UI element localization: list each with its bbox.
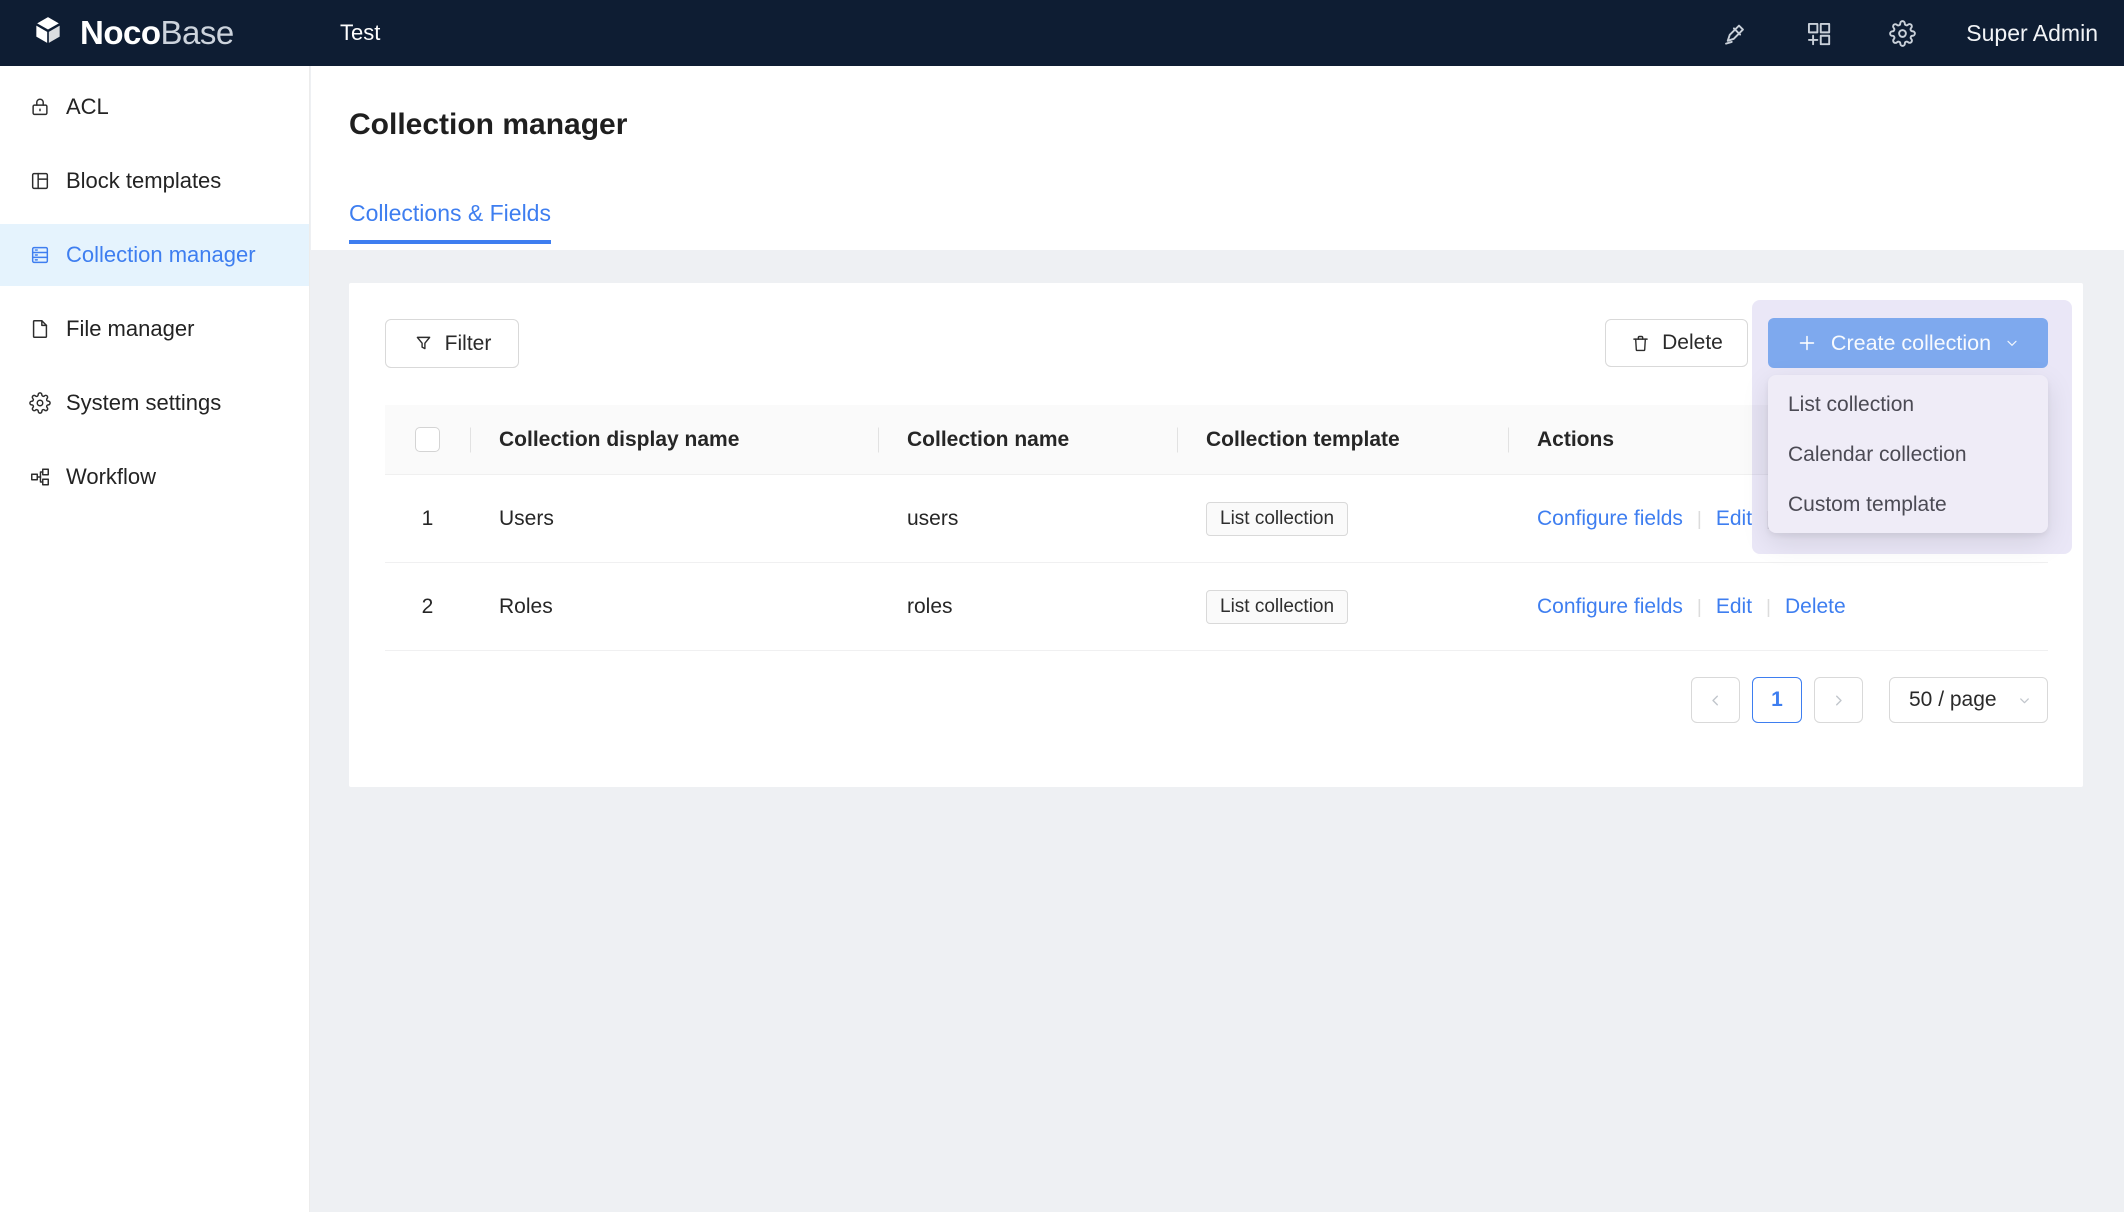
plugin-add-icon[interactable] <box>1805 20 1832 47</box>
sidebar-item-label: ACL <box>66 94 109 120</box>
create-collection-button[interactable]: Create collection <box>1768 318 2048 368</box>
configure-fields-link[interactable]: Configure fields <box>1537 595 1683 618</box>
trash-icon <box>1630 333 1651 354</box>
menu-item-list-collection[interactable]: List collection <box>1768 380 2048 430</box>
sidebar-item-acl[interactable]: ACL <box>0 76 309 138</box>
header-nav: Test <box>340 20 380 46</box>
action-separator: | <box>1697 509 1702 530</box>
highlighter-icon[interactable] <box>1721 20 1748 47</box>
column-header-template: Collection template <box>1177 428 1508 452</box>
gear-icon <box>29 392 51 414</box>
chevron-left-icon <box>1707 692 1724 709</box>
cell-actions: Configure fields | Edit | Delete <box>1508 595 2048 619</box>
sidebar-item-label: System settings <box>66 390 221 416</box>
app-window: NocoBase Test Super Admin ACL Block temp… <box>0 0 2124 1212</box>
column-header-name: Collection name <box>878 428 1177 452</box>
tab-collections-fields[interactable]: Collections & Fields <box>349 200 551 244</box>
cell-name: roles <box>878 595 1177 619</box>
sidebar-item-workflow[interactable]: Workflow <box>0 446 309 508</box>
filter-funnel-icon <box>413 333 434 354</box>
edit-link[interactable]: Edit <box>1716 595 1752 618</box>
page-title: Collection manager <box>349 108 627 142</box>
select-all-checkbox[interactable] <box>415 427 440 452</box>
select-all-cell <box>385 427 470 452</box>
cell-display-name: Users <box>470 507 878 531</box>
sidebar-item-collection-manager[interactable]: Collection manager <box>0 224 309 286</box>
pagination: 1 50 / page <box>1691 677 2048 723</box>
sidebar: ACL Block templates Collection manager F… <box>0 66 310 1212</box>
action-separator: | <box>1697 597 1702 618</box>
table-row: 2 Roles roles List collection Configure … <box>385 563 2048 651</box>
sidebar-item-file-manager[interactable]: File manager <box>0 298 309 360</box>
next-page-button[interactable] <box>1814 677 1863 723</box>
cell-name: users <box>878 507 1177 531</box>
page-size-value: 50 / page <box>1909 688 1997 712</box>
workflow-icon <box>29 466 51 488</box>
cell-template: List collection <box>1177 502 1508 536</box>
logo-text: NocoBase <box>80 14 234 52</box>
sidebar-item-system-settings[interactable]: System settings <box>0 372 309 434</box>
create-collection-menu: List collection Calendar collection Cust… <box>1768 375 2048 533</box>
user-menu[interactable]: Super Admin <box>1966 20 2098 47</box>
top-header: NocoBase Test Super Admin <box>0 0 2124 66</box>
column-header-display-name: Collection display name <box>470 428 878 452</box>
row-index: 1 <box>385 507 470 531</box>
previous-page-button[interactable] <box>1691 677 1740 723</box>
configure-fields-link[interactable]: Configure fields <box>1537 507 1683 530</box>
cell-template: List collection <box>1177 590 1508 624</box>
edit-link[interactable]: Edit <box>1716 507 1752 530</box>
sidebar-item-label: Collection manager <box>66 242 256 268</box>
page-size-select[interactable]: 50 / page <box>1889 677 2048 723</box>
collections-icon <box>29 244 51 266</box>
template-tag: List collection <box>1206 502 1348 536</box>
chevron-down-icon <box>2017 693 2032 708</box>
delete-button-label: Delete <box>1662 331 1723 355</box>
plus-icon <box>1796 332 1818 354</box>
nocobase-logo[interactable]: NocoBase <box>0 13 234 53</box>
nav-item-test[interactable]: Test <box>340 20 380 45</box>
sidebar-item-label: Workflow <box>66 464 156 490</box>
settings-icon[interactable] <box>1889 20 1916 47</box>
chevron-down-icon <box>2004 335 2020 351</box>
sidebar-item-label: Block templates <box>66 168 221 194</box>
nocobase-cube-icon <box>28 13 68 53</box>
header-right: Super Admin <box>1664 20 2124 47</box>
chevron-right-icon <box>1830 692 1847 709</box>
menu-item-custom-template[interactable]: Custom template <box>1768 480 2048 530</box>
row-index: 2 <box>385 595 470 619</box>
filter-button[interactable]: Filter <box>385 319 519 368</box>
filter-button-label: Filter <box>445 332 492 356</box>
create-collection-label: Create collection <box>1831 331 1991 356</box>
sidebar-item-block-templates[interactable]: Block templates <box>0 150 309 212</box>
sidebar-item-label: File manager <box>66 316 194 342</box>
page-header-band: Collection manager Collections & Fields <box>311 66 2124 250</box>
file-icon <box>29 318 51 340</box>
delete-link[interactable]: Delete <box>1785 595 1846 618</box>
action-separator: | <box>1766 597 1771 618</box>
lock-icon <box>29 96 51 118</box>
layout-icon <box>29 170 51 192</box>
cell-display-name: Roles <box>470 595 878 619</box>
delete-button[interactable]: Delete <box>1605 319 1748 367</box>
template-tag: List collection <box>1206 590 1348 624</box>
page-number-1[interactable]: 1 <box>1752 677 1802 723</box>
menu-item-calendar-collection[interactable]: Calendar collection <box>1768 430 2048 480</box>
